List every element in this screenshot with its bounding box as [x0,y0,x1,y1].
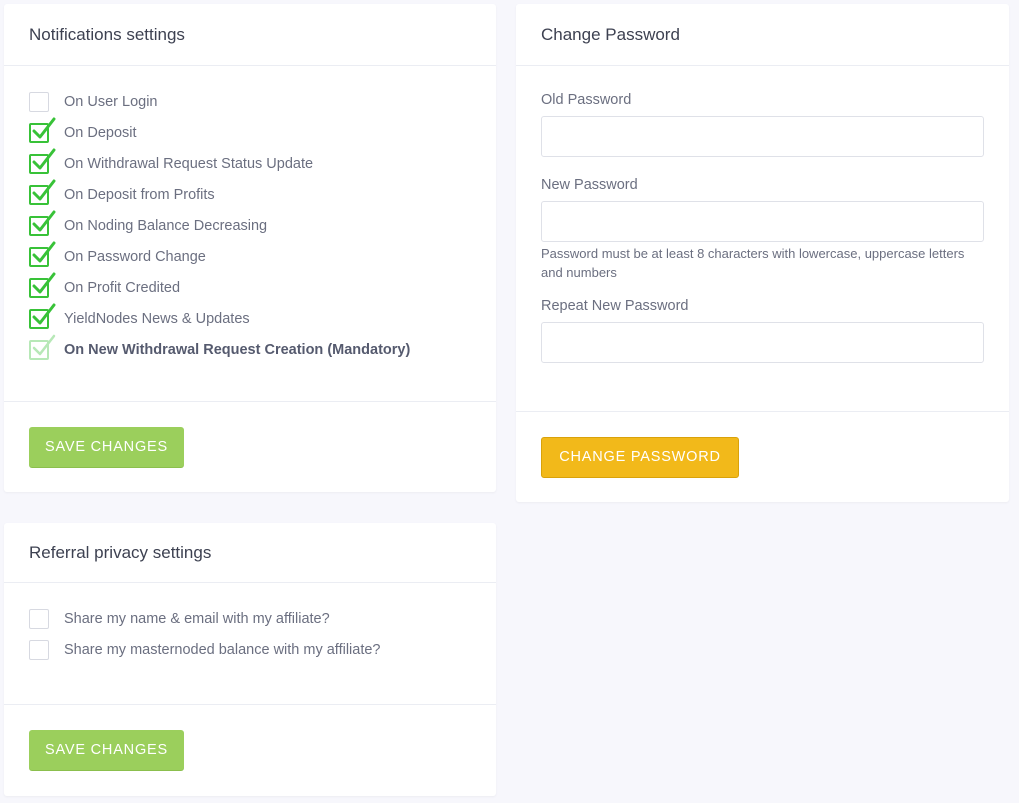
notif-row-user-login: On User Login [29,86,496,117]
check-icon [32,272,56,293]
checkbox-on-withdrawal-status-update[interactable] [29,148,56,174]
referral-privacy-list: Share my name & email with my affiliate?… [4,583,496,665]
check-icon [32,210,56,231]
checkbox-label: YieldNodes News & Updates [64,310,250,327]
checkbox-label: On Profit Credited [64,279,181,296]
referral-privacy-card: Referral privacy settings Share my name … [4,523,496,796]
checkbox-on-deposit-from-profits[interactable] [29,179,56,205]
notif-row-profit-credited: On Profit Credited [29,272,496,303]
check-icon [32,179,56,200]
checkbox-label: Share my masternoded balance with my aff… [64,641,381,658]
check-icon [32,303,56,324]
notif-row-password-change: On Password Change [29,241,496,272]
notif-row-withdrawal-status: On Withdrawal Request Status Update [29,148,496,179]
notifications-title: Notifications settings [4,4,496,66]
repeat-password-input[interactable] [541,322,984,363]
old-password-label: Old Password [541,92,632,108]
checkbox-on-profit-credited[interactable] [29,272,56,298]
old-password-input[interactable] [541,116,984,157]
change-password-title: Change Password [516,4,1009,66]
change-password-card: Change Password Old Password New Passwor… [516,4,1009,502]
notif-row-deposit: On Deposit [29,117,496,148]
checkbox-label: On New Withdrawal Request Creation (Mand… [64,341,411,358]
change-password-form: Old Password New Password Password must … [516,92,1009,363]
notifications-footer: SAVE CHANGES [4,401,496,492]
checkbox-yieldnodes-news[interactable] [29,303,56,329]
notif-row-deposit-from-profits: On Deposit from Profits [29,179,496,210]
checkbox-label: On Noding Balance Decreasing [64,217,268,234]
checkbox-on-password-change[interactable] [29,241,56,267]
notifications-list: On User Login On Deposit On Withdrawal R… [4,66,496,365]
checkbox-label: On Password Change [64,248,206,265]
change-password-button[interactable]: CHANGE PASSWORD [541,436,739,478]
notif-row-noding-balance: On Noding Balance Decreasing [29,210,496,241]
password-requirements-hint: Password must be at least 8 characters w… [541,246,965,280]
checkbox-label: On User Login [64,93,158,110]
new-password-label: New Password [541,177,638,193]
notifications-card: Notifications settings On User Login On … [4,4,496,492]
check-icon [32,334,56,355]
check-icon [32,241,56,262]
check-icon [32,148,56,169]
checkbox-on-noding-balance-decreasing[interactable] [29,210,56,236]
notif-row-news-updates: YieldNodes News & Updates [29,303,496,334]
change-password-footer: CHANGE PASSWORD [516,411,1009,502]
checkbox-label: On Withdrawal Request Status Update [64,155,314,172]
checkbox-share-name-email[interactable] [29,608,49,629]
save-referral-button[interactable]: SAVE CHANGES [29,730,184,771]
checkbox-on-deposit[interactable] [29,117,56,143]
referral-row-share-balance: Share my masternoded balance with my aff… [29,634,496,665]
checkbox-label: On Deposit from Profits [64,186,215,203]
notif-row-withdrawal-creation: On New Withdrawal Request Creation (Mand… [29,334,496,365]
checkbox-label: On Deposit [64,124,137,141]
check-icon [32,117,56,138]
checkbox-on-user-login[interactable] [29,91,49,112]
referral-privacy-title: Referral privacy settings [4,523,496,583]
repeat-password-label: Repeat New Password [541,298,689,314]
referral-privacy-footer: SAVE CHANGES [4,704,496,796]
new-password-input[interactable] [541,201,984,242]
checkbox-on-new-withdrawal-request-creation [29,334,56,360]
checkbox-share-masternoded-balance[interactable] [29,639,49,660]
referral-row-share-name-email: Share my name & email with my affiliate? [29,603,496,634]
checkbox-label: Share my name & email with my affiliate? [64,610,330,627]
save-notifications-button[interactable]: SAVE CHANGES [29,426,184,468]
